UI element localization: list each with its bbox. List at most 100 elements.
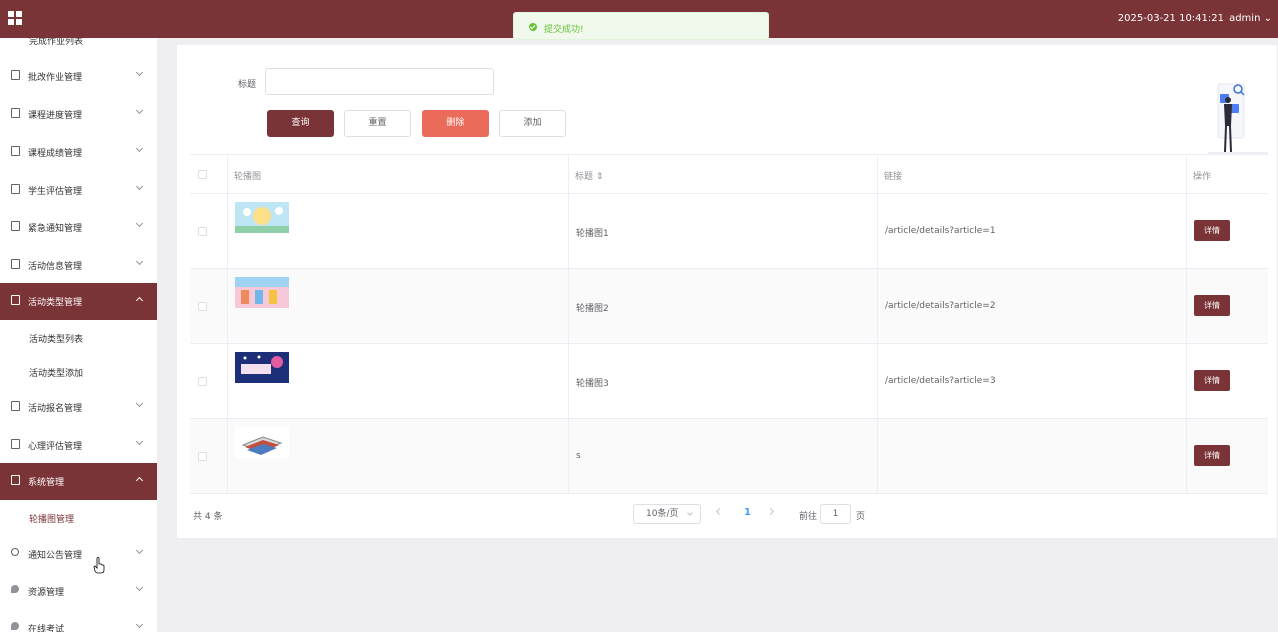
sidebar-item-activity-type[interactable]: 活动类型管理 [0, 283, 157, 320]
toast-message: 提交成功! [544, 25, 584, 35]
row-checkbox[interactable] [198, 452, 207, 461]
row-checkbox-cell [190, 419, 228, 494]
row-link: /article/details?article=3 [885, 376, 996, 386]
sidebar-item-label: 系统管理 [28, 478, 65, 488]
search-illustration-icon [1208, 83, 1268, 154]
sidebar-item-label: 资源管理 [28, 588, 65, 598]
sidebar-item-course-grades[interactable]: 课程成绩管理 [0, 134, 157, 170]
user-menu[interactable]: admin ⌄ [1229, 13, 1272, 24]
row-title: s [576, 451, 581, 461]
sort-icon[interactable]: ⇕ [596, 172, 604, 182]
sidebar-item-psych-eval[interactable]: 心理评估管理 [0, 427, 157, 463]
sidebar-item-label: 活动报名管理 [28, 404, 83, 414]
delete-button[interactable]: 删除 [422, 110, 489, 137]
row-actions-cell: 详情 [1187, 269, 1268, 344]
chevron-down-icon [135, 144, 144, 153]
sidebar-item-label: 心理评估管理 [28, 442, 83, 452]
sidebar: 完成作业列表 批改作业管理 课程进度管理 课程成绩管理 学生评估管理 紧急通知管… [0, 38, 157, 632]
sidebar-item-student-eval[interactable]: 学生评估管理 [0, 172, 157, 208]
row-actions-cell: 详情 [1187, 194, 1268, 269]
reset-button[interactable]: 重置 [344, 110, 411, 137]
sidebar-item-resources[interactable]: 资源管理 [0, 573, 157, 609]
select-all-checkbox[interactable] [198, 170, 207, 179]
row-title: 轮播图1 [576, 229, 609, 239]
query-button[interactable]: 查询 [267, 110, 334, 137]
sidebar-item-grading[interactable]: 批改作业管理 [0, 58, 157, 94]
column-header-actions: 操作 [1187, 155, 1268, 194]
row-checkbox-cell [190, 344, 228, 419]
goto-suffix: 页 [856, 512, 866, 522]
carousel-table: 轮播图 标题 ⇕ 链接 操作 轮播图1 /article/details?art… [190, 154, 1268, 494]
column-label: 轮播图 [234, 172, 262, 182]
sidebar-item-notice[interactable]: 通知公告管理 [0, 536, 157, 572]
row-checkbox[interactable] [198, 302, 207, 311]
chevron-down-icon [135, 182, 144, 191]
location-icon [11, 585, 19, 593]
row-title: 轮播图2 [576, 304, 609, 314]
sidebar-item-activity-signup[interactable]: 活动报名管理 [0, 389, 157, 425]
page-size-value: 10条/页 [646, 509, 679, 519]
document-icon [11, 295, 20, 305]
success-check-icon [529, 23, 537, 31]
add-button[interactable]: 添加 [499, 110, 566, 137]
table-row: 轮播图3 /article/details?article=3 详情 [190, 344, 1268, 419]
header-datetime: 2025-03-21 10:41:21 [1117, 13, 1224, 24]
column-header-title[interactable]: 标题 ⇕ [569, 155, 878, 194]
chevron-down-icon [687, 510, 693, 516]
sidebar-item-online-exam[interactable]: 在线考试 [0, 610, 157, 632]
row-image-cell [228, 344, 569, 419]
column-label: 标题 ⇕ [575, 169, 603, 182]
page-size-select[interactable]: 10条/页 [633, 504, 701, 524]
success-toast: 提交成功! [513, 12, 769, 40]
carousel-thumbnail [235, 202, 289, 233]
detail-button[interactable]: 详情 [1194, 220, 1230, 241]
sidebar-subitem-label: 活动类型列表 [29, 335, 84, 345]
table-row: 轮播图1 /article/details?article=1 详情 [190, 194, 1268, 269]
sidebar-item-label: 通知公告管理 [28, 551, 83, 561]
document-icon [11, 184, 20, 194]
row-title-cell: 轮播图1 [569, 194, 878, 269]
chevron-down-icon [135, 437, 144, 446]
pagination-total: 共 4 条 [193, 512, 223, 522]
sidebar-item-activity-info[interactable]: 活动信息管理 [0, 247, 157, 283]
sidebar-item-course-progress[interactable]: 课程进度管理 [0, 96, 157, 132]
row-checkbox-cell [190, 269, 228, 344]
document-icon [11, 439, 20, 449]
chevron-down-icon [135, 68, 144, 77]
document-icon [11, 259, 20, 269]
sidebar-item-label: 课程进度管理 [28, 111, 83, 121]
document-icon [11, 221, 20, 231]
user-name: admin [1229, 13, 1261, 24]
sidebar-item-label: 活动类型管理 [28, 298, 83, 308]
detail-button[interactable]: 详情 [1194, 445, 1230, 466]
table-row: s 详情 [190, 419, 1268, 494]
row-checkbox[interactable] [198, 227, 207, 236]
document-icon [11, 146, 20, 156]
detail-button[interactable]: 详情 [1194, 295, 1230, 316]
info-icon [11, 548, 19, 556]
carousel-thumbnail [235, 352, 289, 383]
menu-grid-icon[interactable] [8, 11, 22, 25]
sidebar-item-urgent-notice[interactable]: 紧急通知管理 [0, 209, 157, 245]
sidebar-item-system[interactable]: 系统管理 [0, 463, 157, 500]
chevron-down-icon: ⌄ [1263, 13, 1272, 24]
hand-cursor-icon [93, 557, 105, 574]
page-number-current[interactable]: 1 [744, 507, 751, 518]
column-title-text: 标题 [575, 172, 594, 182]
sidebar-item-label: 批改作业管理 [28, 73, 83, 83]
carousel-thumbnail [235, 277, 289, 308]
detail-button[interactable]: 详情 [1194, 370, 1230, 391]
goto-page-input[interactable]: 1 [820, 504, 851, 524]
sidebar-item-label: 活动信息管理 [28, 262, 83, 272]
document-icon [11, 70, 20, 80]
sidebar-subitem-activity-type-list[interactable]: 活动类型列表 [0, 321, 157, 355]
sidebar-item-cut[interactable]: 完成作业列表 [29, 38, 83, 47]
row-checkbox[interactable] [198, 377, 207, 386]
row-title: 轮播图3 [576, 379, 609, 389]
picture-icon [11, 475, 20, 485]
search-title-input[interactable] [265, 68, 494, 95]
goto-label: 前往 [799, 512, 818, 522]
table-row: 轮播图2 /article/details?article=2 详情 [190, 269, 1268, 344]
sidebar-subitem-activity-type-add[interactable]: 活动类型添加 [0, 355, 157, 389]
sidebar-subitem-carousel[interactable]: 轮播图管理 [0, 501, 157, 535]
